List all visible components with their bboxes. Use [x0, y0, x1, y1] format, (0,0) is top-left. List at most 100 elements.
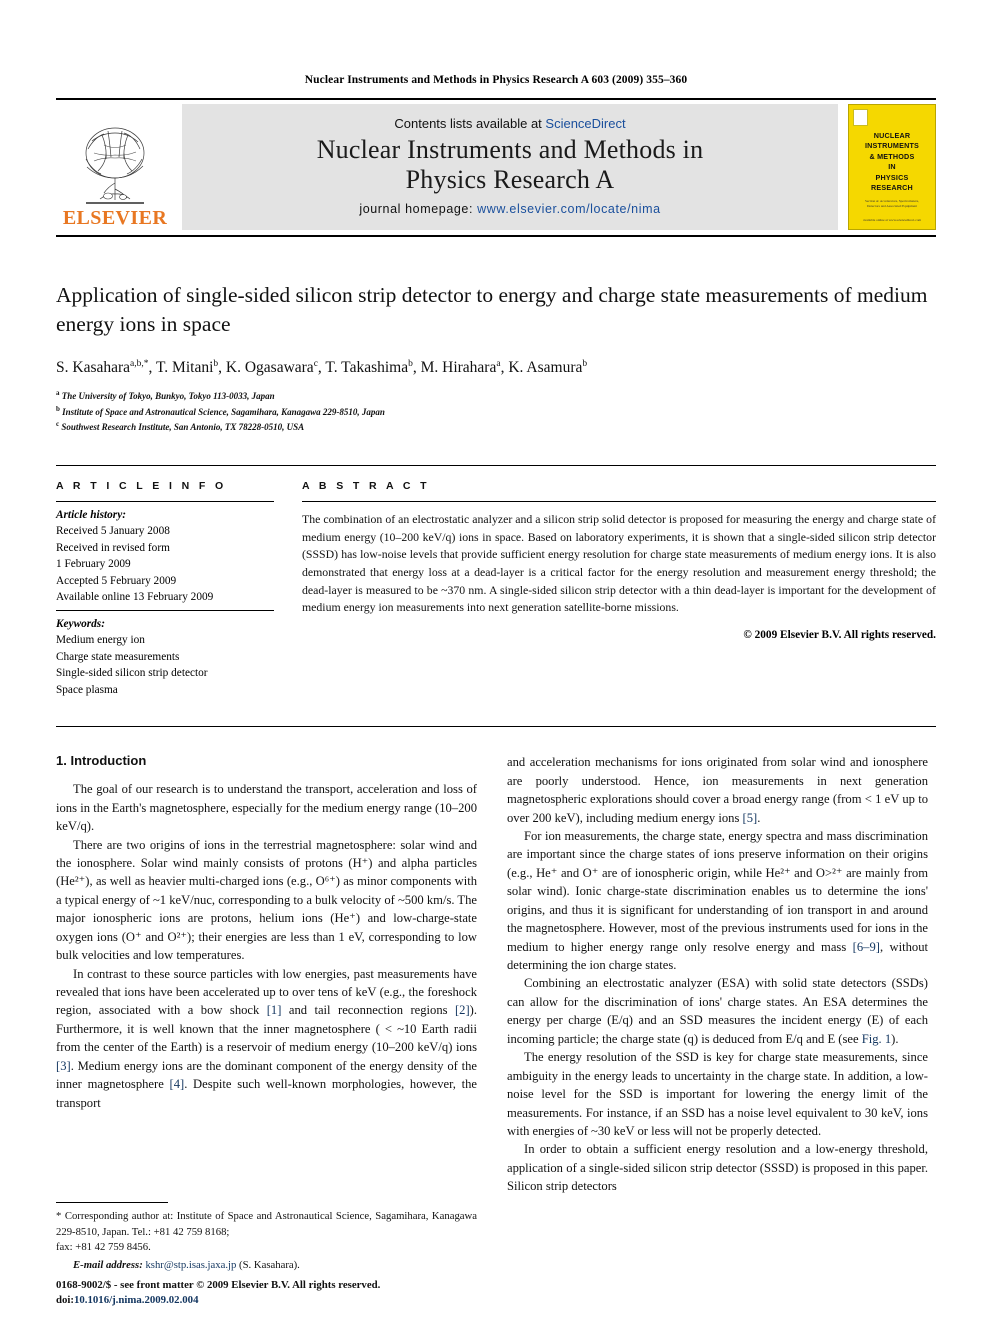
- contents-prefix: Contents lists available at: [394, 115, 546, 131]
- affiliation-0-mark: a: [56, 389, 60, 398]
- affiliation-1-mark: b: [56, 404, 60, 413]
- citation-reference[interactable]: [2]: [455, 1003, 470, 1017]
- keyword-3: Space plasma: [56, 683, 118, 696]
- running-head: Nuclear Instruments and Methods in Physi…: [304, 74, 688, 86]
- footnote-rule: [56, 1202, 168, 1204]
- abstract-heading: A B S T R A C T: [302, 479, 430, 492]
- section-title-introduction: 1. Introduction: [56, 753, 147, 769]
- author-1-marks: b: [213, 359, 219, 370]
- abstract-rule: [302, 500, 936, 502]
- doi-label: doi:: [56, 1294, 74, 1307]
- journal-band: Contents lists available at ScienceDirec…: [182, 104, 838, 230]
- cover-title-line-0: NUCLEAR: [873, 131, 911, 140]
- journal-cover-thumbnail: NUCLEAR INSTRUMENTS & METHODS IN PHYSICS…: [848, 104, 936, 230]
- author-5: K. Asamurab: [508, 359, 587, 376]
- author-5-name: K. Asamura: [508, 359, 583, 377]
- paragraph-left-1: There are two origins of ions in the ter…: [56, 837, 477, 963]
- keyword-1: Charge state measurements: [56, 650, 180, 663]
- affiliation-0-text: The University of Tokyo, Bunkyo, Tokyo 1…: [61, 391, 275, 402]
- article-page: Nuclear Instruments and Methods in Physi…: [0, 0, 992, 1323]
- doi-link[interactable]: 10.1016/j.nima.2009.02.004: [74, 1294, 198, 1306]
- paragraph-right-2: Combining an electrostatic analyzer (ESA…: [507, 976, 928, 1046]
- article-history-item-0: Received 5 January 2008: [56, 525, 170, 538]
- author-0: S. Kasaharaa,b,*: [56, 359, 149, 376]
- cover-publisher-badge: [853, 109, 868, 126]
- cover-title-line-4: PHYSICS: [875, 172, 909, 182]
- article-history-item-4: Available online 13 February 2009: [56, 591, 214, 604]
- author-2-name: K. Ogasawara: [225, 359, 314, 377]
- citation-reference[interactable]: [3]: [56, 1059, 71, 1073]
- info-abstract-row: A R T I C L E I N F O Article history: R…: [56, 464, 936, 698]
- author-5-marks: b: [582, 359, 588, 370]
- journal-title-line2: Physics Research A: [405, 165, 615, 194]
- author-0-name: S. Kasahara: [56, 359, 131, 377]
- paragraph-left-2: In contrast to these source particles wi…: [56, 966, 478, 1110]
- page-title: Application of single-sided silicon stri…: [56, 283, 928, 337]
- author-4: M. Hiraharaa: [421, 359, 501, 376]
- cover-title-line-3: IN: [888, 162, 896, 172]
- journal-title-line1: Nuclear Instruments and Methods in: [316, 134, 704, 164]
- cover-footer: available online at www.sciencedirect.co…: [862, 218, 922, 222]
- citation-reference[interactable]: [5]: [743, 811, 758, 825]
- article-history-item-1: Received in revised form: [56, 541, 170, 554]
- article-history-item-3: Accepted 5 February 2009: [56, 574, 177, 587]
- keyword-0: Medium energy ion: [56, 634, 145, 647]
- affiliation-0: a The University of Tokyo, Bunkyo, Tokyo…: [56, 388, 936, 404]
- email-link[interactable]: kshr@stp.isas.jaxa.jp: [145, 1259, 236, 1271]
- article-history-block: Article history: Received 5 January 2008…: [56, 502, 274, 610]
- citation-reference[interactable]: [6–9]: [853, 940, 880, 954]
- author-4-marks: a: [496, 359, 501, 370]
- doi-line: doi:10.1016/j.nima.2009.02.004: [56, 1293, 516, 1309]
- keywords-label: Keywords:: [56, 617, 105, 630]
- journal-masthead: ELSEVIER Contents lists available at Sci…: [56, 98, 936, 237]
- abstract-text: The combination of an electrostatic anal…: [302, 511, 936, 615]
- email-note: E-mail address: kshr@stp.isas.jaxa.jp (S…: [56, 1258, 477, 1273]
- body-columns: 1. Introduction The goal of our research…: [56, 726, 936, 1196]
- author-3-marks: b: [408, 359, 413, 370]
- affiliation-2-mark: c: [56, 420, 60, 429]
- email-label: E-mail address:: [73, 1258, 143, 1271]
- author-2: K. Ogasawarac: [226, 359, 318, 376]
- fax-note: fax: +81 42 759 8456.: [56, 1241, 151, 1254]
- elsevier-wordmark: ELSEVIER: [62, 207, 168, 229]
- journal-title: Nuclear Instruments and Methods in Physi…: [317, 135, 704, 196]
- paragraph-right-4: In order to obtain a sufficient energy r…: [507, 1142, 928, 1194]
- cover-title-line-5: RESEARCH: [871, 183, 913, 193]
- author-list: S. Kasaharaa,b,*, T. Mitanib, K. Ogasawa…: [56, 359, 588, 377]
- affiliation-list: a The University of Tokyo, Bunkyo, Tokyo…: [56, 388, 936, 435]
- homepage-prefix: journal homepage:: [359, 202, 478, 217]
- affiliation-2-text: Southwest Research Institute, San Antoni…: [61, 422, 305, 433]
- journal-homepage-line: journal homepage: www.elsevier.com/locat…: [359, 202, 660, 216]
- journal-homepage-link[interactable]: www.elsevier.com/locate/nima: [477, 202, 661, 216]
- imprint-block: 0168-9002/$ - see front matter © 2009 El…: [56, 1278, 516, 1309]
- article-history-label: Article history:: [56, 508, 126, 521]
- contents-available-line: Contents lists available at ScienceDirec…: [394, 116, 625, 131]
- figure-reference[interactable]: Fig. 1: [862, 1032, 891, 1046]
- paragraph-right-0: and acceleration mechanisms for ions ori…: [507, 755, 928, 825]
- paragraph-left-0: The goal of our research is to understan…: [56, 782, 477, 834]
- footnote-block: * Corresponding author at: Institute of …: [56, 1202, 477, 1273]
- sciencedirect-link[interactable]: ScienceDirect: [545, 116, 625, 131]
- article-info-heading: A R T I C L E I N F O: [56, 479, 227, 492]
- article-history-item-2: 1 February 2009: [56, 558, 131, 571]
- abstract-copyright: © 2009 Elsevier B.V. All rights reserved…: [743, 629, 936, 642]
- affiliation-1-text: Institute of Space and Astronautical Sci…: [62, 406, 385, 417]
- author-2-marks: c: [313, 359, 318, 370]
- keywords-block: Keywords: Medium energy ion Charge state…: [56, 611, 274, 698]
- author-4-name: M. Hirahara: [420, 359, 497, 377]
- body-column-left: 1. Introduction The goal of our research…: [56, 753, 477, 1196]
- citation-reference[interactable]: [4]: [170, 1077, 185, 1091]
- abstract-column: A B S T R A C T The combination of an el…: [302, 480, 936, 698]
- elsevier-logo: ELSEVIER: [56, 104, 174, 230]
- paragraph-right-1: For ion measurements, the charge state, …: [507, 828, 928, 973]
- cover-title: NUCLEAR INSTRUMENTS & METHODS IN PHYSICS…: [865, 131, 919, 194]
- author-0-marks: a,b,*: [130, 359, 149, 370]
- affiliation-1: b Institute of Space and Astronautical S…: [56, 404, 936, 420]
- elsevier-tree-icon: [85, 127, 145, 204]
- author-1: T. Mitanib: [156, 359, 218, 376]
- email-suffix: (S. Kasahara).: [239, 1258, 300, 1271]
- article-info-column: A R T I C L E I N F O Article history: R…: [56, 480, 302, 698]
- cover-subtitle: Section A: Accelerators, Spectrometers, …: [865, 198, 919, 209]
- body-column-right: and acceleration mechanisms for ions ori…: [507, 753, 928, 1196]
- citation-reference[interactable]: [1]: [267, 1003, 282, 1017]
